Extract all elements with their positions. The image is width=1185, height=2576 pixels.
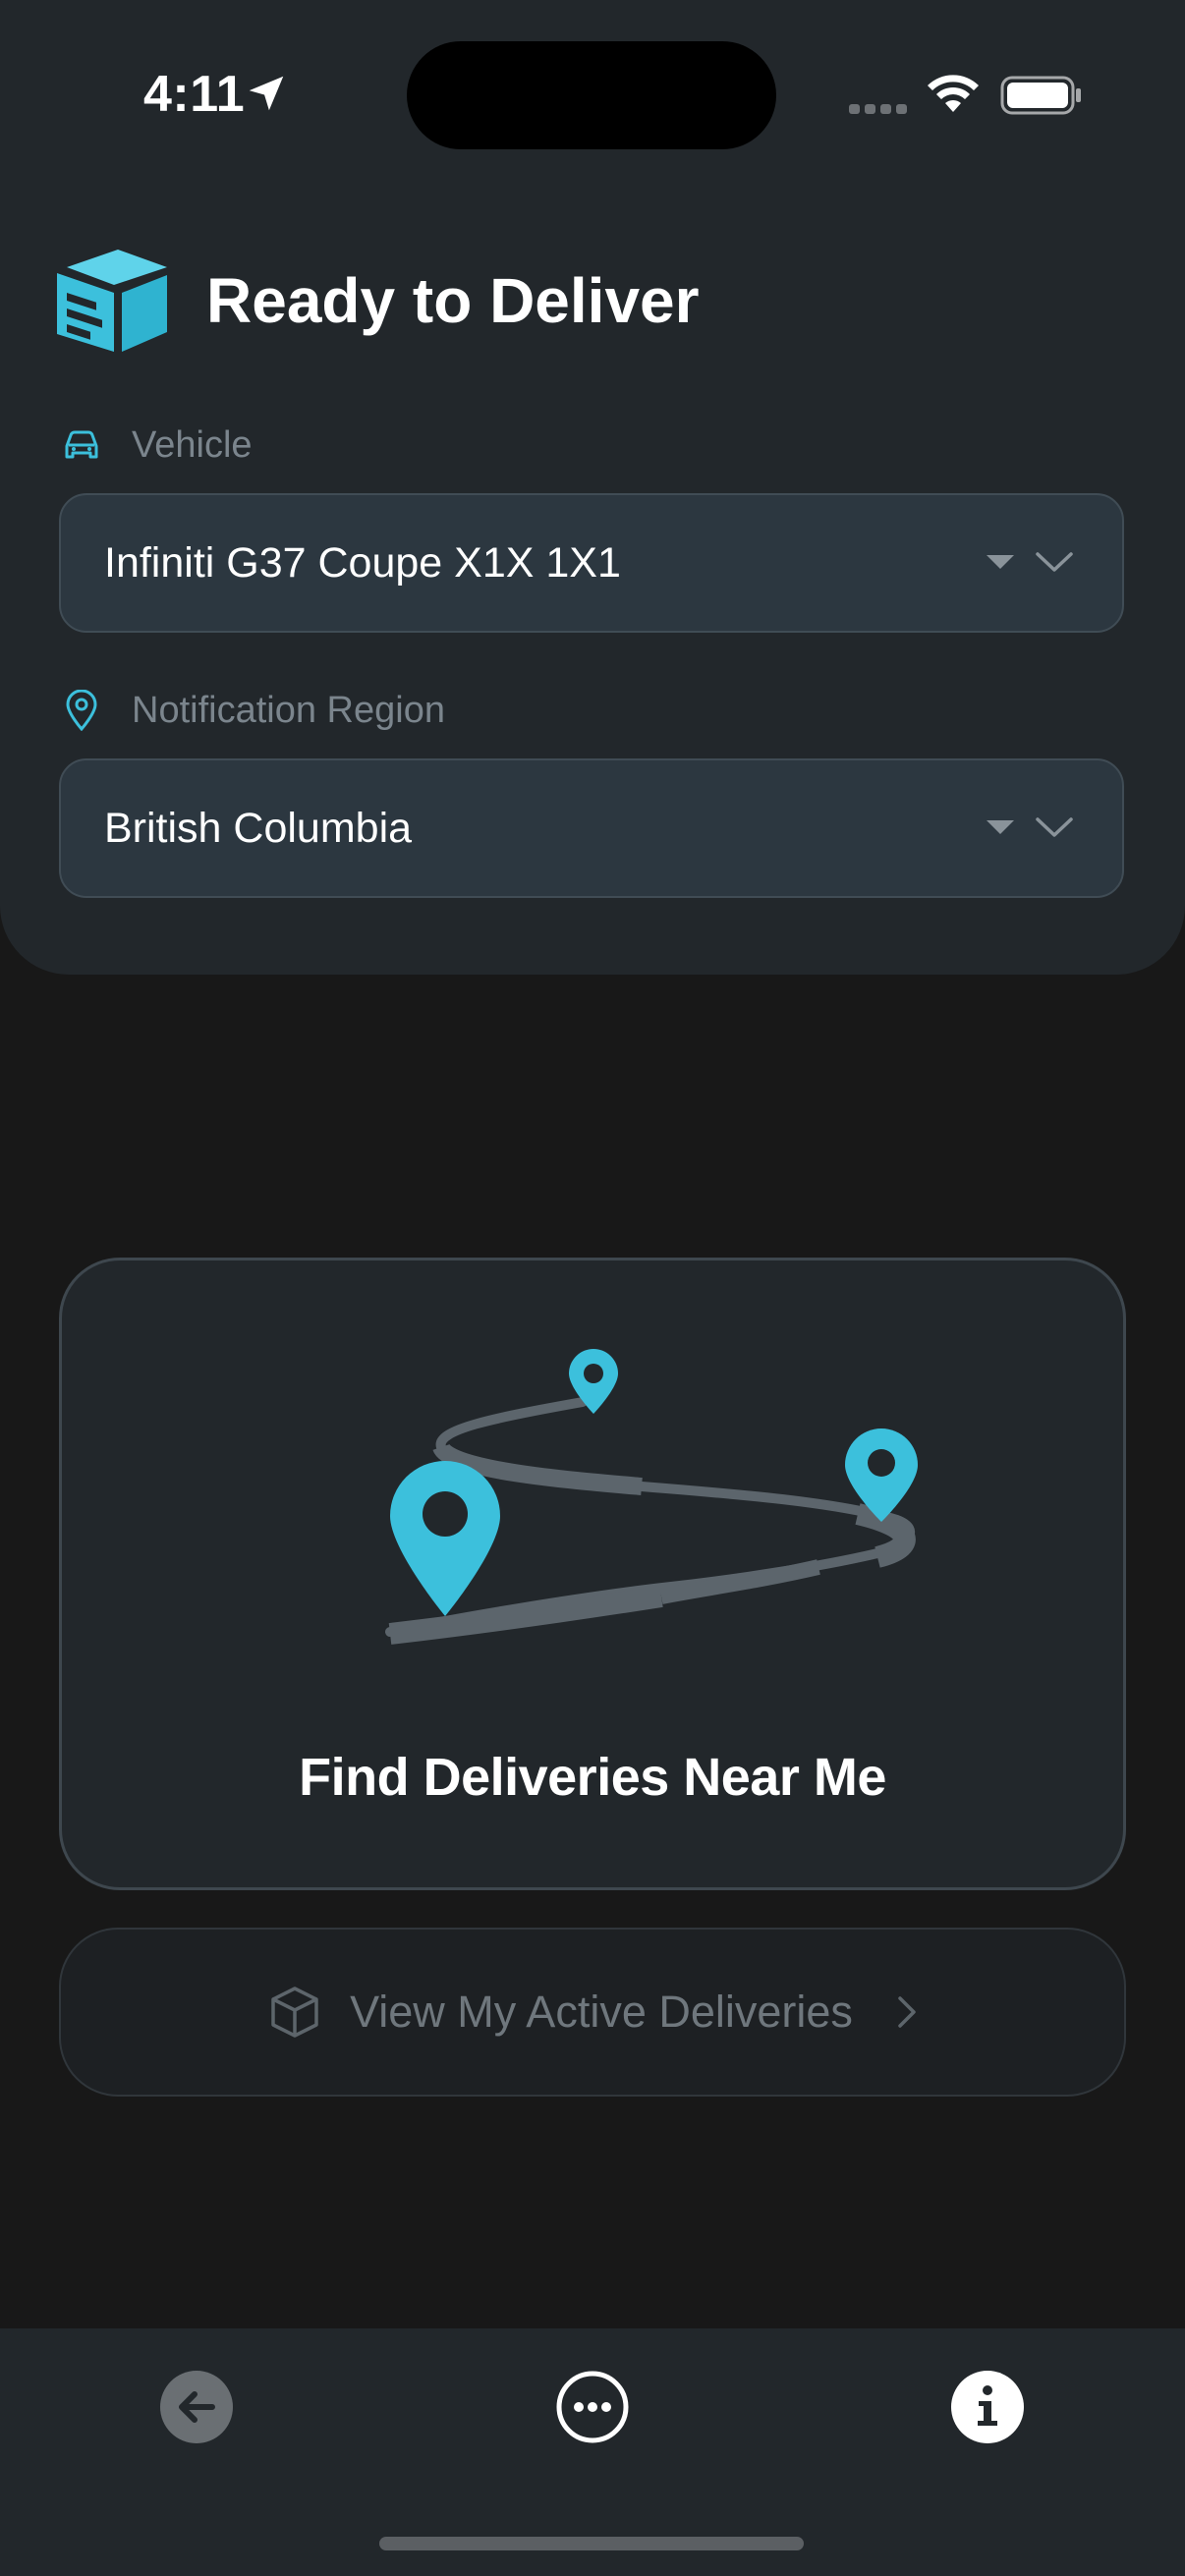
vehicle-label: Vehicle — [132, 423, 253, 466]
status-time: 4:11 — [143, 66, 246, 123]
active-deliveries-label: View My Active Deliveries — [350, 1987, 853, 2037]
settings-panel: 4:11 Ready to Deliver Vehicle Infiniti G… — [0, 0, 1185, 975]
chevron-down-icon — [1036, 552, 1073, 572]
chevron-right-icon — [898, 1996, 916, 2028]
vehicle-label-row: Vehicle — [61, 420, 253, 470]
battery-icon — [1000, 76, 1081, 115]
region-select[interactable]: British Columbia — [59, 758, 1124, 898]
car-icon — [65, 430, 98, 459]
page-title: Ready to Deliver — [206, 265, 700, 336]
chevron-down-icon — [1036, 817, 1073, 837]
find-deliveries-label: Find Deliveries Near Me — [299, 1748, 886, 1807]
caret-down-icon — [987, 820, 1014, 834]
region-select-value: British Columbia — [104, 805, 413, 852]
package-icon — [271, 1987, 318, 2038]
route-map-illustration — [385, 1349, 918, 1645]
region-label-row: Notification Region — [61, 686, 445, 735]
find-deliveries-button[interactable]: Find Deliveries Near Me — [59, 1258, 1126, 1890]
region-label: Notification Region — [132, 689, 445, 731]
vehicle-select[interactable]: Infiniti G37 Coupe X1X 1X1 — [59, 493, 1124, 633]
dynamic-island — [407, 41, 776, 149]
cellular-signal-icon — [849, 104, 907, 114]
active-deliveries-button[interactable]: View My Active Deliveries — [59, 1928, 1126, 2097]
location-arrow-icon — [249, 76, 284, 111]
vehicle-select-value: Infiniti G37 Coupe X1X 1X1 — [104, 539, 621, 587]
map-pin-icon — [66, 690, 97, 731]
back-arrow-icon[interactable] — [159, 2370, 234, 2444]
more-options-icon[interactable] — [555, 2370, 630, 2444]
info-icon[interactable] — [950, 2370, 1025, 2444]
active-deliveries-content: View My Active Deliveries — [61, 1930, 1124, 2095]
wifi-icon — [928, 75, 979, 112]
home-indicator — [379, 2537, 804, 2550]
caret-down-icon — [987, 555, 1014, 569]
delivery-box-logo-icon — [57, 250, 167, 352]
